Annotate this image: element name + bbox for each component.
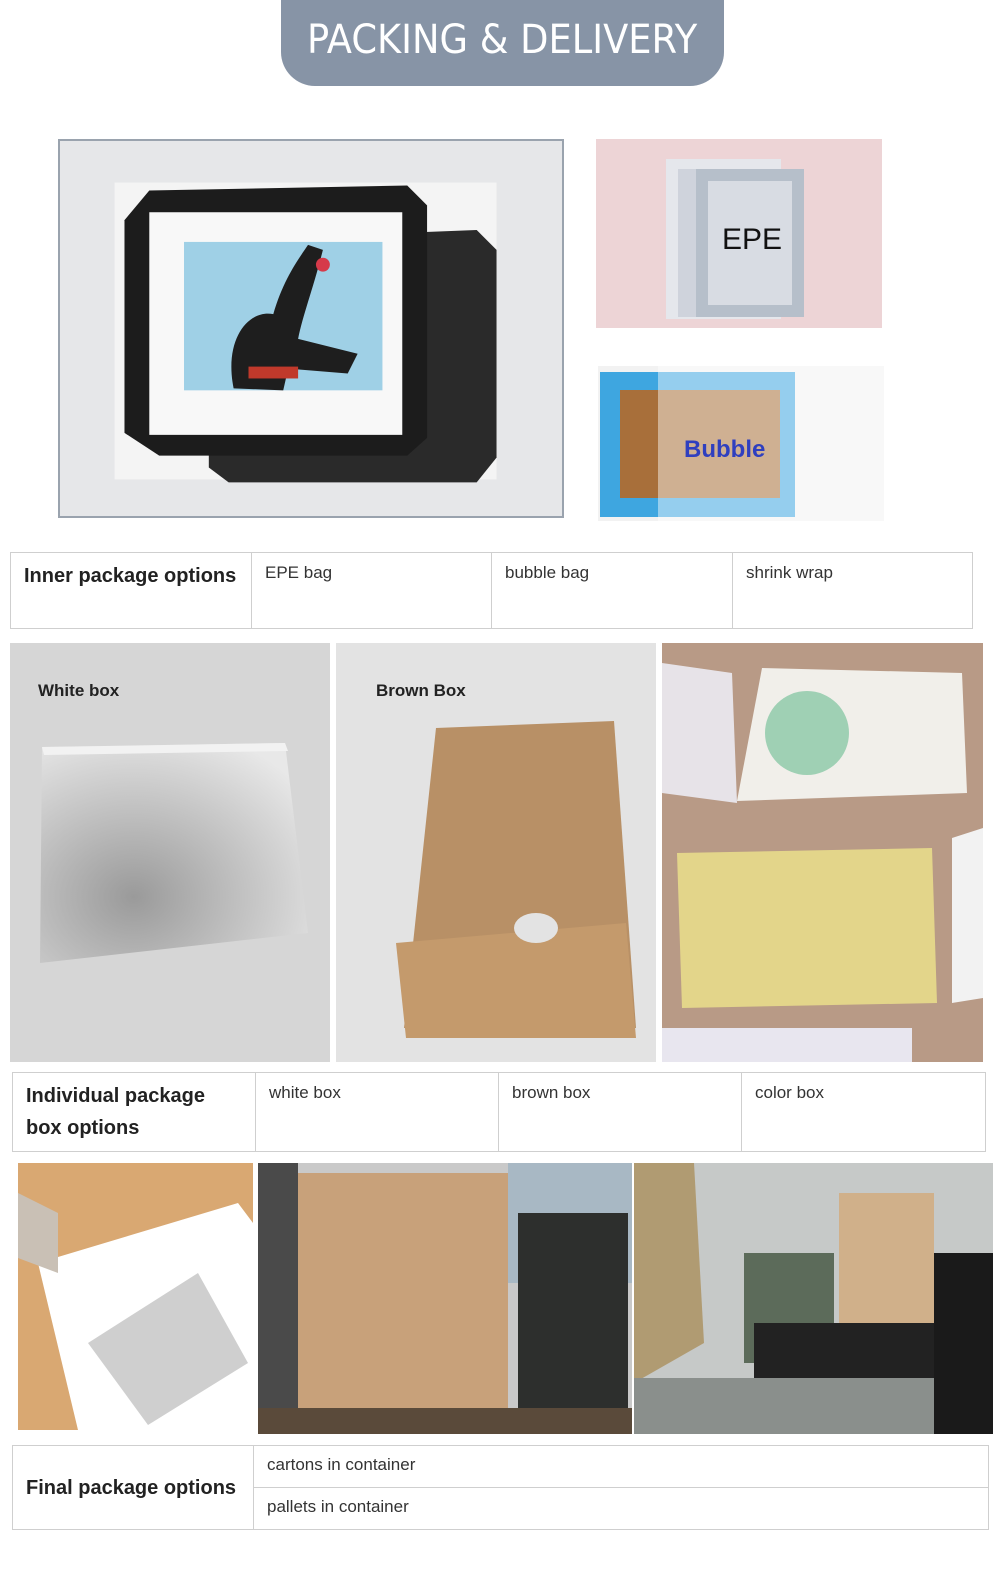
epe-label: EPE bbox=[722, 223, 783, 256]
white-box-photo: White box bbox=[10, 643, 330, 1062]
inner-option-bubble: bubble bag bbox=[491, 552, 733, 629]
epe-photo: EPE bbox=[596, 139, 882, 328]
color-box-photo bbox=[662, 643, 983, 1062]
carton-photo bbox=[18, 1163, 253, 1430]
section-banner: PACKING & DELIVERY bbox=[281, 0, 724, 86]
bubble-photo: Bubble bbox=[598, 366, 884, 521]
container-loading-photo bbox=[258, 1163, 632, 1434]
inner-package-header: Inner package options bbox=[10, 552, 252, 629]
pallet-truck-photo bbox=[634, 1163, 993, 1434]
individual-option-white-box: white box bbox=[255, 1072, 499, 1152]
white-box-label: White box bbox=[38, 681, 120, 700]
banner-title: PACKING & DELIVERY bbox=[307, 17, 698, 63]
brown-box-photo: Brown Box bbox=[336, 643, 656, 1062]
inner-package-table: Inner package options EPE bag bubble bag… bbox=[10, 552, 973, 629]
brown-box-label: Brown Box bbox=[376, 681, 466, 700]
individual-option-brown-box: brown box bbox=[498, 1072, 742, 1152]
bubble-label: Bubble bbox=[684, 436, 766, 463]
inner-option-epe: EPE bag bbox=[251, 552, 492, 629]
individual-option-color-box: color box bbox=[741, 1072, 986, 1152]
individual-package-header: Individual package box options bbox=[12, 1072, 256, 1152]
inner-option-shrink: shrink wrap bbox=[732, 552, 973, 629]
individual-package-table: Individual package box options white box… bbox=[12, 1072, 986, 1152]
final-package-header: Final package options bbox=[12, 1445, 254, 1530]
final-package-table: Final package options cartons in contain… bbox=[12, 1445, 989, 1530]
final-option-cartons: cartons in container bbox=[253, 1445, 989, 1488]
frame-photo bbox=[58, 139, 564, 518]
final-option-pallets: pallets in container bbox=[253, 1487, 989, 1530]
